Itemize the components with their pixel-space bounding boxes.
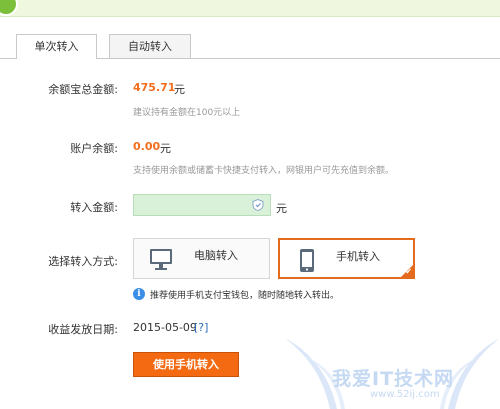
- method-tip: 推荐使用手机支付宝钱包，随时随地转入转出。: [150, 291, 340, 301]
- transfer-amount-field[interactable]: [133, 194, 271, 216]
- computer-icon: [150, 249, 172, 270]
- account-balance-label: 账户余额:: [70, 142, 118, 155]
- transfer-method-label: 选择转入方式:: [48, 255, 118, 268]
- check-icon: ✔: [405, 267, 412, 276]
- method-phone-label: 手机转入: [336, 250, 380, 263]
- keyboard-shield-icon[interactable]: [252, 199, 264, 211]
- income-date-help-link[interactable]: [?]: [194, 321, 208, 334]
- phone-icon: [300, 249, 314, 272]
- submit-button[interactable]: 使用手机转入: [133, 352, 239, 377]
- account-balance-unit: 元: [160, 142, 171, 155]
- yuebao-total-value: 475.71: [133, 81, 176, 94]
- income-date-value: 2015-05-09: [133, 321, 197, 334]
- info-icon: i: [133, 288, 145, 300]
- method-computer-option[interactable]: 电脑转入: [133, 238, 270, 279]
- transfer-amount-label: 转入金额:: [70, 201, 118, 214]
- success-banner: [0, 0, 500, 17]
- success-check-icon: [0, 0, 18, 16]
- account-balance-value: 0.00: [133, 140, 161, 153]
- income-date-label: 收益发放日期:: [48, 323, 118, 336]
- yuebao-total-unit: 元: [174, 83, 185, 96]
- tab-single-transfer[interactable]: 单次转入: [16, 34, 97, 59]
- transfer-amount-unit: 元: [276, 202, 287, 215]
- transfer-amount-input[interactable]: [136, 196, 248, 214]
- tab-auto-transfer[interactable]: 自动转入: [109, 34, 191, 58]
- yuebao-total-hint: 建议持有金额在100元以上: [133, 108, 241, 118]
- method-computer-label: 电脑转入: [194, 249, 238, 262]
- yuebao-total-label: 余额宝总金额:: [48, 83, 118, 96]
- method-phone-option[interactable]: 手机转入 ✔: [278, 238, 415, 279]
- watermark-url: www.52ij.com: [370, 389, 440, 400]
- watermark-text: 我爱IT技术网: [332, 368, 455, 390]
- account-balance-hint: 支持使用余额或储蓄卡快捷支付转入，网银用户可先充值到余额。: [133, 166, 395, 176]
